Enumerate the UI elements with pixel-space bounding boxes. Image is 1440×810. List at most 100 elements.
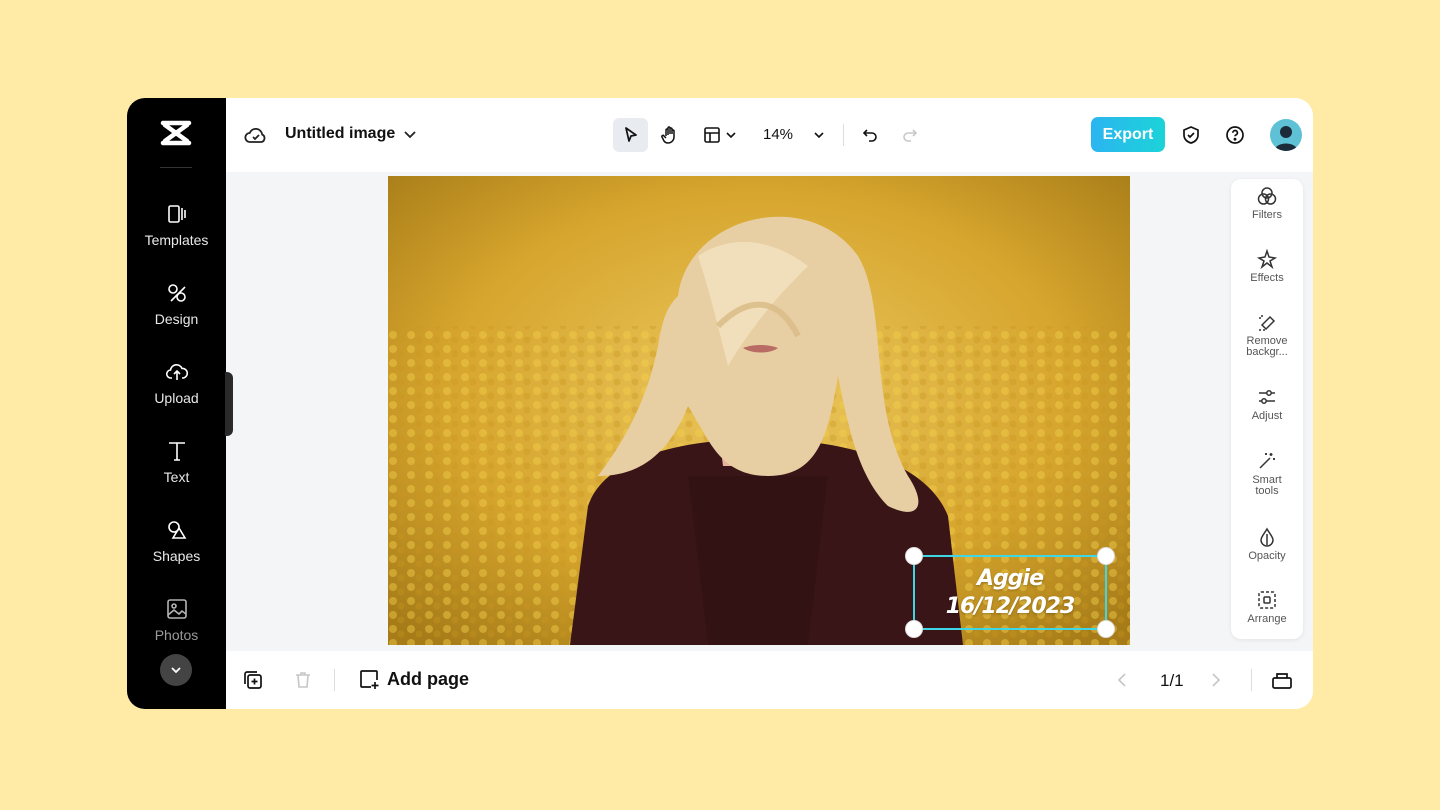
sliders-icon — [1259, 390, 1275, 404]
effects-label: Effects — [1250, 272, 1284, 284]
remove-background-button[interactable]: Remove backgr... — [1231, 311, 1303, 358]
chevron-down-icon — [171, 667, 181, 674]
divider — [843, 124, 844, 146]
undo-button[interactable] — [857, 118, 883, 152]
shapes-icon — [167, 521, 186, 539]
delete-page-button[interactable] — [290, 665, 316, 695]
sidebar-item-label: Shapes — [152, 548, 201, 564]
sparkle-star-icon — [1256, 248, 1278, 270]
duplicate-page-button[interactable] — [240, 665, 266, 695]
canvas-area[interactable]: Aggie 16/12/2023 — [226, 172, 1313, 651]
magic-wand-icon — [1259, 453, 1275, 469]
resize-handle[interactable] — [1097, 547, 1115, 565]
avatar[interactable] — [1270, 119, 1302, 151]
zoom-level[interactable]: 14% — [763, 126, 793, 143]
pointer-icon — [624, 127, 637, 142]
help-button[interactable] — [1223, 118, 1247, 152]
sidebar-item-label: Design — [154, 311, 199, 327]
arrange-button[interactable]: Arrange — [1231, 589, 1303, 625]
text-selection-box[interactable]: Aggie 16/12/2023 — [905, 547, 1115, 638]
opacity-label: Opacity — [1248, 550, 1286, 562]
sidebar-item-design[interactable]: Design — [127, 281, 226, 345]
help-icon — [1226, 126, 1244, 144]
divider — [334, 669, 335, 691]
page-indicator: 1/1 — [1160, 671, 1184, 690]
cloud-sync-icon[interactable] — [244, 124, 268, 146]
hand-tool-button[interactable] — [652, 118, 687, 152]
sidebar-item-label: Text — [163, 469, 190, 485]
sidebar-collapse-handle[interactable] — [225, 372, 233, 436]
sidebar-item-templates[interactable]: Templates — [127, 202, 226, 266]
adjust-label: Adjust — [1251, 410, 1283, 422]
filters-label: Filters — [1252, 209, 1282, 221]
sidebar-item-label: Upload — [154, 390, 199, 406]
chevron-down-icon — [726, 132, 736, 139]
canvas-text-line: 16/12/2023 — [945, 594, 1076, 619]
security-button[interactable] — [1179, 118, 1203, 152]
eraser-icon — [1259, 315, 1276, 331]
undo-icon — [862, 129, 877, 142]
trash-icon — [296, 672, 310, 688]
divider — [1251, 669, 1252, 691]
select-tool-button[interactable] — [613, 118, 648, 152]
add-page-icon — [360, 670, 379, 689]
next-page-button[interactable] — [1206, 665, 1226, 695]
sidebar-item-text[interactable]: Text — [127, 439, 226, 503]
capcut-logo-icon[interactable] — [157, 118, 195, 148]
chevron-left-icon — [1117, 673, 1126, 687]
redo-button[interactable] — [897, 118, 923, 152]
duplicate-icon — [244, 671, 262, 689]
sidebar-item-upload[interactable]: Upload — [127, 360, 226, 424]
hand-icon — [660, 126, 675, 144]
top-toolbar: Untitled image 14% Export — [226, 98, 1313, 172]
canvas-photo[interactable]: Aggie 16/12/2023 — [388, 176, 1130, 645]
remove-background-label: Remove backgr... — [1246, 335, 1288, 358]
chevron-down-icon — [814, 132, 824, 139]
templates-icon — [167, 205, 186, 223]
shield-icon — [1183, 126, 1199, 144]
resize-handle[interactable] — [905, 547, 923, 565]
sidebar-item-label: Templates — [144, 232, 209, 248]
effects-button[interactable]: Effects — [1231, 248, 1303, 284]
page-manager-button[interactable] — [1269, 665, 1295, 695]
right-tool-panel: Filters Effects Remove backgr... Adjust … — [1231, 179, 1303, 639]
sidebar-item-photos[interactable]: Photos — [127, 597, 226, 661]
text-icon — [168, 442, 185, 461]
layout-dropdown-button[interactable] — [698, 118, 742, 152]
opacity-button[interactable]: Opacity — [1231, 526, 1303, 562]
zoom-dropdown-button[interactable] — [808, 118, 830, 152]
user-icon — [1274, 126, 1298, 151]
export-button[interactable]: Export — [1091, 117, 1165, 152]
editor-window: Templates Design Upload Text Shapes Phot… — [127, 98, 1313, 709]
more-tools-button[interactable] — [160, 654, 192, 686]
filters-icon — [1257, 187, 1277, 205]
canvas-text-line: Aggie — [977, 566, 1044, 591]
arrange-icon — [1258, 591, 1276, 609]
sidebar-item-label: Photos — [154, 627, 199, 643]
photos-icon — [166, 599, 187, 619]
resize-handle[interactable] — [905, 620, 923, 638]
pages-panel-icon — [1272, 673, 1292, 689]
drop-icon — [1260, 527, 1274, 547]
layout-icon — [704, 127, 720, 143]
document-title[interactable]: Untitled image — [285, 125, 395, 143]
divider — [160, 167, 192, 168]
canvas-text-element[interactable]: Aggie 16/12/2023 — [915, 565, 1105, 621]
smart-tools-label: Smart tools — [1252, 474, 1282, 497]
add-page-label: Add page — [387, 668, 470, 689]
design-icon — [167, 284, 186, 302]
smart-tools-button[interactable]: Smart tools — [1231, 450, 1303, 497]
arrange-label: Arrange — [1247, 613, 1287, 625]
filters-button[interactable]: Filters — [1231, 185, 1303, 221]
redo-icon — [903, 129, 918, 142]
upload-icon — [165, 364, 188, 380]
add-page-button[interactable]: Add page — [358, 668, 469, 690]
left-sidebar: Templates Design Upload Text Shapes Phot… — [127, 98, 226, 709]
chevron-right-icon — [1212, 673, 1221, 687]
resize-handle[interactable] — [1097, 620, 1115, 638]
adjust-button[interactable]: Adjust — [1231, 386, 1303, 422]
chevron-down-icon[interactable] — [402, 126, 418, 142]
bottom-toolbar: Add page 1/1 — [226, 651, 1313, 709]
sidebar-item-shapes[interactable]: Shapes — [127, 518, 226, 582]
previous-page-button[interactable] — [1112, 665, 1132, 695]
